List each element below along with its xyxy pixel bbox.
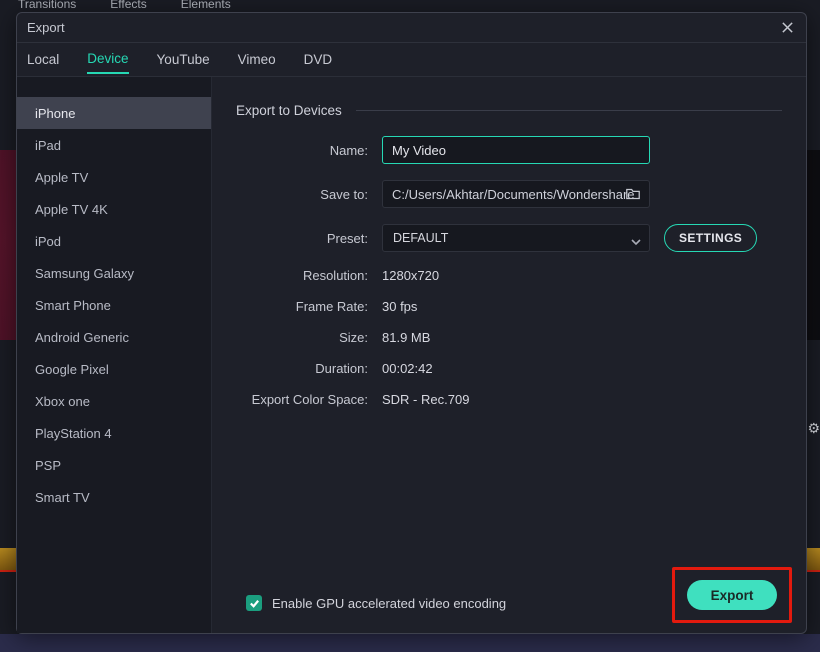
export-modal: Export Local Device YouTube Vimeo DVD iP… xyxy=(16,12,807,634)
framerate-label: Frame Rate: xyxy=(236,299,368,314)
sidebar-item-pixel[interactable]: Google Pixel xyxy=(17,353,211,385)
sidebar-item-android[interactable]: Android Generic xyxy=(17,321,211,353)
name-label: Name: xyxy=(236,143,368,158)
sidebar-item-samsung[interactable]: Samsung Galaxy xyxy=(17,257,211,289)
preset-select[interactable]: DEFAULT xyxy=(382,224,650,252)
resolution-value: 1280x720 xyxy=(382,268,439,283)
export-highlight-box: Export xyxy=(672,567,792,623)
window-title: Export xyxy=(27,20,778,35)
colorspace-label: Export Color Space: xyxy=(236,392,368,407)
sidebar-item-iphone[interactable]: iPhone xyxy=(17,97,211,129)
export-tabs: Local Device YouTube Vimeo DVD xyxy=(17,43,806,77)
sidebar-item-ipod[interactable]: iPod xyxy=(17,225,211,257)
divider xyxy=(356,110,782,111)
preset-value: DEFAULT xyxy=(393,231,448,245)
device-sidebar: iPhone iPad Apple TV Apple TV 4K iPod Sa… xyxy=(17,77,212,633)
gpu-checkbox[interactable] xyxy=(246,595,262,611)
backdrop-top-menu: Transitions Effects Elements xyxy=(0,0,820,8)
close-icon[interactable] xyxy=(778,19,796,37)
sidebar-item-appletv[interactable]: Apple TV xyxy=(17,161,211,193)
duration-value: 00:02:42 xyxy=(382,361,433,376)
sidebar-item-psp[interactable]: PSP xyxy=(17,449,211,481)
resolution-label: Resolution: xyxy=(236,268,368,283)
export-form-panel: Export to Devices Name: Save to: C:/User… xyxy=(212,77,806,633)
colorspace-value: SDR - Rec.709 xyxy=(382,392,469,407)
titlebar: Export xyxy=(17,13,806,43)
preset-label: Preset: xyxy=(236,231,368,246)
saveto-label: Save to: xyxy=(236,187,368,202)
sidebar-item-ps4[interactable]: PlayStation 4 xyxy=(17,417,211,449)
folder-icon[interactable] xyxy=(625,186,641,205)
sidebar-item-appletv4k[interactable]: Apple TV 4K xyxy=(17,193,211,225)
tab-youtube[interactable]: YouTube xyxy=(157,46,210,73)
tab-dvd[interactable]: DVD xyxy=(304,46,333,73)
tab-vimeo[interactable]: Vimeo xyxy=(238,46,276,73)
framerate-value: 30 fps xyxy=(382,299,417,314)
chevron-down-icon xyxy=(631,235,641,249)
settings-button[interactable]: SETTINGS xyxy=(664,224,757,252)
gear-icon: ⚙ xyxy=(807,420,820,437)
size-value: 81.9 MB xyxy=(382,330,430,345)
gpu-checkbox-label: Enable GPU accelerated video encoding xyxy=(272,596,506,611)
sidebar-item-smarttv[interactable]: Smart TV xyxy=(17,481,211,513)
tab-device[interactable]: Device xyxy=(87,45,128,74)
saveto-path-text: C:/Users/Akhtar/Documents/Wondershare xyxy=(392,187,635,202)
size-label: Size: xyxy=(236,330,368,345)
name-input[interactable] xyxy=(382,136,650,164)
section-title: Export to Devices xyxy=(236,103,342,118)
sidebar-item-xbox[interactable]: Xbox one xyxy=(17,385,211,417)
backdrop-bottom xyxy=(0,634,820,652)
tab-local[interactable]: Local xyxy=(27,46,59,73)
sidebar-item-ipad[interactable]: iPad xyxy=(17,129,211,161)
saveto-field[interactable]: C:/Users/Akhtar/Documents/Wondershare xyxy=(382,180,650,208)
duration-label: Duration: xyxy=(236,361,368,376)
export-button[interactable]: Export xyxy=(687,580,777,610)
sidebar-item-smartphone[interactable]: Smart Phone xyxy=(17,289,211,321)
